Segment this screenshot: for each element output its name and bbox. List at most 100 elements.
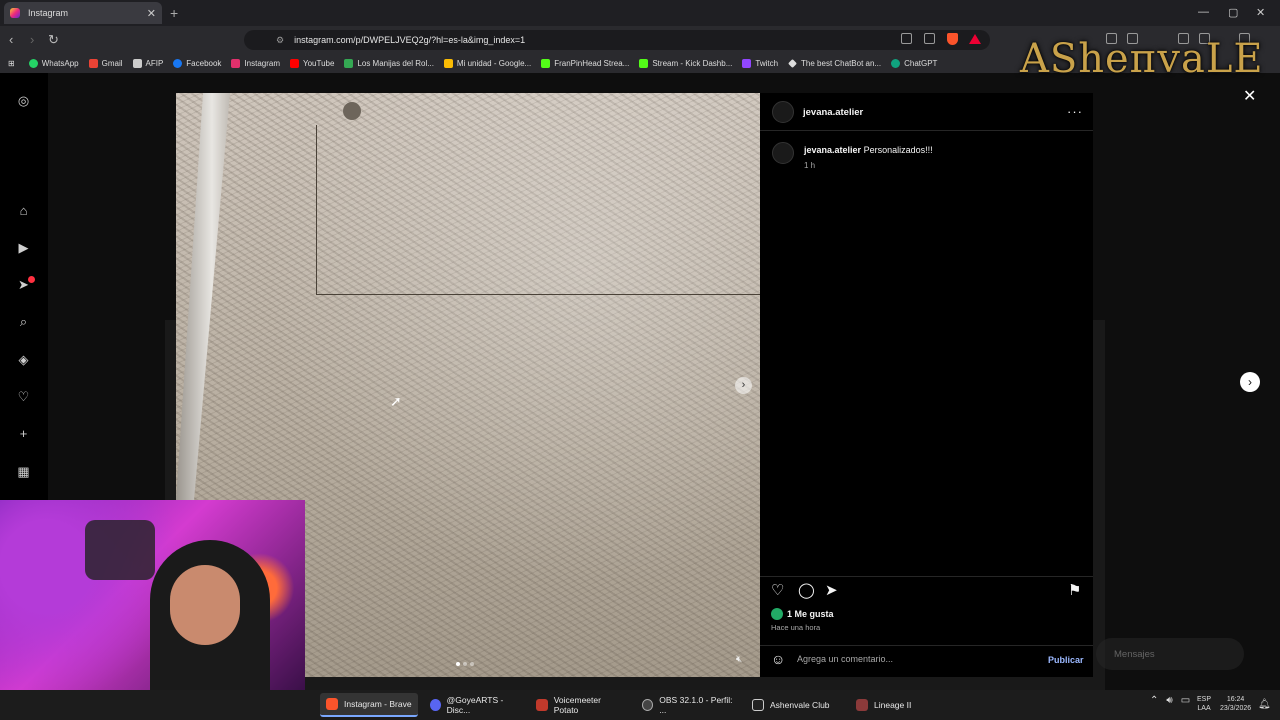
caption-text: Personalizados!!!: [863, 145, 933, 155]
taskbar-item-ashenvale[interactable]: Ashenvale Club: [746, 693, 846, 717]
mouse-cursor-icon: ➚: [390, 393, 402, 409]
bookmark-kick-dashboard[interactable]: Stream - Kick Dashb...: [639, 58, 733, 68]
dashboard-icon[interactable]: ▦: [16, 464, 31, 479]
brave-icon: [326, 698, 338, 710]
explore-icon[interactable]: ◈: [16, 352, 31, 367]
taskbar-label: Voicemeeter Potato: [553, 695, 601, 715]
share-icon[interactable]: [924, 33, 935, 44]
network-icon[interactable]: ▭: [1181, 695, 1190, 706]
discord-icon: [430, 699, 441, 711]
reels-icon[interactable]: ▶: [16, 240, 31, 255]
tab-title: Instagram: [28, 8, 69, 18]
bookmark-icon[interactable]: ⚑: [1068, 581, 1081, 599]
bookmark-manijas[interactable]: Los Manijas del Rol...: [344, 58, 434, 68]
taskbar-item-brave[interactable]: Instagram - Brave: [320, 693, 418, 717]
chatbot-icon: [788, 58, 798, 68]
photo-bolt: [343, 102, 361, 120]
divider: [760, 576, 1093, 577]
ashenvale-icon: [752, 699, 764, 711]
caption-avatar[interactable]: [772, 142, 794, 164]
carousel-dot: [463, 662, 467, 666]
forward-arrow-icon[interactable]: ›: [30, 32, 34, 47]
bookmark-chatbot[interactable]: The best ChatBot an...: [788, 59, 881, 68]
bookmark-afip[interactable]: AFIP: [132, 58, 163, 68]
new-tab-button[interactable]: +: [170, 5, 178, 21]
taskbar-item-obs[interactable]: OBS 32.1.0 - Perfil: ...: [636, 693, 742, 717]
chevron-right-icon[interactable]: ›: [1240, 372, 1260, 392]
window-close-button[interactable]: ✕: [1256, 6, 1265, 19]
bookmark-label: YouTube: [303, 58, 335, 68]
home-icon[interactable]: ⌂: [16, 203, 31, 218]
instagram-icon: [231, 58, 241, 68]
bookmark-gmail[interactable]: Gmail: [88, 58, 123, 68]
tab-strip: [0, 0, 1280, 26]
apps-grid-icon[interactable]: ⊞: [8, 59, 15, 68]
caption-username[interactable]: jevana.atelier: [804, 145, 861, 155]
maximize-button[interactable]: ▢: [1228, 6, 1238, 19]
lang-top: ESP: [1197, 696, 1212, 703]
more-options-icon[interactable]: ···: [1067, 104, 1083, 119]
taskbar-item-lineage[interactable]: Lineage II: [850, 693, 930, 717]
caption-time: 1 h: [804, 161, 816, 170]
taskbar-item-discord[interactable]: @GoyeARTS - Disc...: [424, 693, 526, 717]
bookmark-label: Los Manijas del Rol...: [357, 58, 434, 68]
minimize-button[interactable]: —: [1198, 6, 1209, 18]
taskbar-label: OBS 32.1.0 - Perfil: ...: [659, 695, 733, 715]
messages-button[interactable]: Mensajes: [1096, 638, 1244, 670]
back-arrow-icon[interactable]: ‹: [9, 32, 13, 47]
bookmark-chatgpt[interactable]: ChatGPT: [891, 58, 938, 68]
taskbar-item-voicemeeter[interactable]: Voicemeeter Potato: [530, 693, 632, 717]
bookmark-instagram[interactable]: Instagram: [231, 58, 280, 68]
reload-icon[interactable]: ↻: [48, 32, 59, 48]
bookmark-label: Twitch: [755, 58, 779, 68]
language-indicator[interactable]: ESP LAA: [1197, 695, 1211, 713]
comment-icon[interactable]: ◯: [798, 581, 815, 599]
bookmark-kick-stream[interactable]: FranPinHead Strea...: [541, 58, 629, 68]
sheets-icon: [344, 58, 354, 68]
plus-icon[interactable]: +: [16, 426, 31, 441]
bookmark-whatsapp[interactable]: WhatsApp: [28, 58, 79, 68]
clock[interactable]: 16:24 23/3/2026: [1220, 695, 1251, 713]
taskbar-label: @GoyeARTS - Disc...: [446, 695, 504, 715]
brave-shields-icon[interactable]: [947, 33, 958, 45]
heart-icon[interactable]: ♡: [16, 389, 31, 404]
address-bar[interactable]: ⚙ instagram.com/p/DWPELJVEQ2g/?hl=es-la&…: [244, 30, 990, 50]
close-icon[interactable]: ✕: [1243, 86, 1256, 106]
browser-tab[interactable]: Instagram ✕: [4, 2, 162, 24]
webcam-head: [170, 565, 240, 645]
divider: [760, 645, 1093, 646]
instagram-icon[interactable]: ◎: [16, 93, 31, 108]
like-heart-icon[interactable]: ♡: [771, 581, 784, 599]
post-username[interactable]: jevana.atelier: [803, 107, 863, 118]
search-icon[interactable]: ⌕: [16, 314, 31, 329]
photo-next-button[interactable]: ›: [735, 377, 752, 394]
bookmark-label: The best ChatBot an...: [801, 58, 882, 68]
bookmark-twitch[interactable]: Twitch: [742, 58, 779, 68]
tab-close-icon[interactable]: ✕: [147, 7, 156, 20]
bookmark-label: ChatGPT: [904, 58, 938, 68]
likes-count[interactable]: 1 Me gusta: [787, 609, 834, 619]
bookmark-label: Mi unidad - Google...: [456, 58, 532, 68]
bookmark-youtube[interactable]: YouTube: [290, 58, 335, 68]
bookmark-drive[interactable]: Mi unidad - Google...: [443, 58, 532, 68]
bookmark-label: Facebook: [186, 58, 222, 68]
bookmark-label: Instagram: [244, 58, 280, 68]
avatar[interactable]: [772, 101, 794, 123]
cast-icon[interactable]: [901, 33, 912, 44]
emoji-icon[interactable]: ☺: [771, 651, 785, 667]
volume-icon[interactable]: 🔊︎: [1166, 695, 1172, 706]
tray-expand-icon[interactable]: ⌃: [1150, 695, 1158, 706]
mute-icon[interactable]: 🔇︎: [736, 654, 742, 665]
site-settings-icon[interactable]: ⚙: [276, 35, 284, 46]
bookmark-facebook[interactable]: Facebook: [173, 58, 222, 68]
instagram-favicon-icon: [10, 8, 20, 18]
post-caption: jevana.atelier Personalizados!!!: [804, 145, 933, 155]
share-send-icon[interactable]: ➤: [825, 581, 838, 599]
bookmark-label: Gmail: [101, 58, 123, 68]
clock-time: 16:24: [1226, 696, 1245, 703]
publish-button[interactable]: Publicar: [1048, 655, 1084, 665]
notifications-bell-icon[interactable]: 🔔︎: [1258, 699, 1271, 710]
bookmark-label: Stream - Kick Dashb...: [652, 58, 733, 68]
brave-rewards-icon[interactable]: [969, 34, 981, 44]
comment-input[interactable]: [797, 652, 1027, 666]
